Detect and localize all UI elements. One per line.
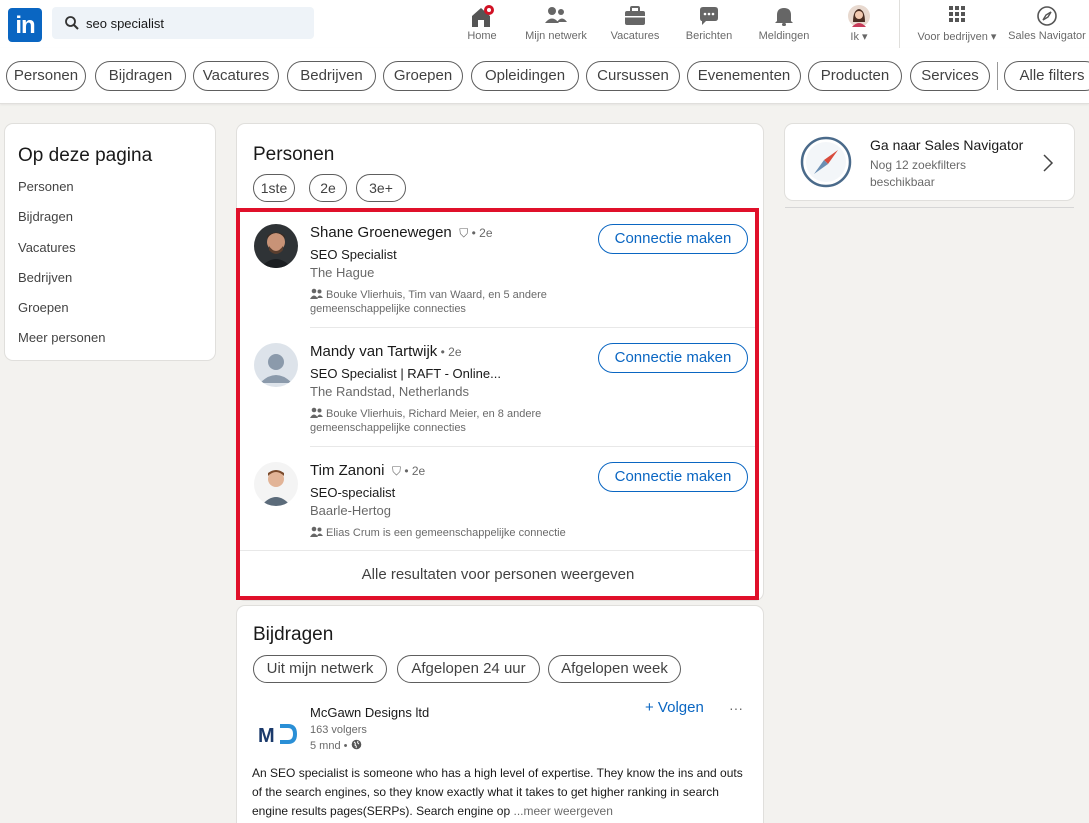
filter-services[interactable]: Services — [910, 61, 990, 91]
filter-producten[interactable]: Producten — [808, 61, 902, 91]
more-options-icon[interactable]: ··· — [729, 700, 743, 716]
filter-groepen[interactable]: Groepen — [383, 61, 463, 91]
chip-afgelopen-week[interactable]: Afgelopen week — [548, 655, 681, 683]
chevron-down-icon: ▾ — [990, 31, 997, 43]
post-author[interactable]: McGawn Designs ltd — [310, 705, 429, 720]
search-input[interactable] — [86, 7, 306, 39]
chip-2e[interactable]: 2e — [309, 174, 347, 202]
nav-business[interactable]: Voor bedrijven ▾ — [906, 2, 1008, 46]
post-text: An SEO specialist is someone who has a h… — [252, 766, 743, 818]
search-box[interactable] — [52, 7, 314, 39]
nav-me-label: Ik — [850, 31, 859, 43]
page-link-bijdragen[interactable]: Bijdragen — [18, 209, 73, 224]
filter-all[interactable]: Alle filters — [1004, 61, 1089, 91]
filter-opleidingen[interactable]: Opleidingen — [471, 61, 579, 91]
top-navigation: in Home Mijn netwerk Vacatures Berichten… — [0, 0, 1089, 48]
home-icon — [472, 5, 494, 27]
nav-notifications[interactable]: Meldingen — [752, 2, 816, 46]
nav-jobs-label: Vacatures — [610, 30, 660, 42]
nav-home[interactable]: Home — [457, 2, 507, 46]
sales-navigator-subtitle: Nog 12 zoekfilters beschikbaar — [870, 158, 967, 189]
nav-notifications-label: Meldingen — [758, 30, 810, 42]
see-more-link[interactable]: ...meer weergeven — [514, 804, 613, 818]
nav-jobs[interactable]: Vacatures — [603, 2, 667, 46]
compass-icon — [800, 136, 852, 188]
chevron-right-icon — [1043, 154, 1054, 172]
svg-text:M: M — [258, 725, 275, 747]
follow-button[interactable]: + Volgen — [645, 699, 704, 716]
page-link-personen[interactable]: Personen — [18, 179, 74, 194]
avatar — [848, 5, 870, 27]
nav-business-label: Voor bedrijven — [917, 31, 988, 43]
nav-sales-label: Sales Navigator — [1008, 30, 1086, 42]
highlight-box — [236, 208, 759, 600]
briefcase-icon — [625, 6, 645, 25]
message-icon — [700, 7, 718, 25]
nav-messages[interactable]: Berichten — [680, 2, 738, 46]
chevron-down-icon: ▾ — [862, 31, 868, 43]
page-link-vacatures[interactable]: Vacatures — [18, 240, 76, 255]
filter-vacatures[interactable]: Vacatures — [193, 61, 279, 91]
post-time: 5 mnd • — [310, 740, 348, 752]
nav-network-label: Mijn netwerk — [525, 30, 587, 42]
nav-me[interactable]: Ik ▾ — [835, 2, 883, 46]
bell-icon — [775, 8, 793, 26]
sales-navigator-card[interactable]: Ga naar Sales Navigator Nog 12 zoekfilte… — [785, 124, 1074, 200]
filter-bijdragen[interactable]: Bijdragen — [95, 61, 186, 91]
sales-navigator-title: Ga naar Sales Navigator — [870, 137, 1024, 153]
linkedin-logo[interactable]: in — [8, 8, 42, 42]
chip-uit-mijn-netwerk[interactable]: Uit mijn netwerk — [253, 655, 387, 683]
chip-3e-plus[interactable]: 3e+ — [356, 174, 406, 202]
page-link-bedrijven[interactable]: Bedrijven — [18, 270, 72, 285]
divider — [785, 207, 1074, 208]
filter-personen[interactable]: Personen — [6, 61, 86, 91]
nav-divider — [899, 0, 900, 48]
chip-afgelopen-24-uur[interactable]: Afgelopen 24 uur — [397, 655, 540, 683]
grid-icon — [949, 6, 965, 22]
post-followers: 163 volgers — [310, 724, 367, 736]
network-icon — [545, 7, 567, 23]
nav-messages-label: Berichten — [685, 30, 733, 42]
on-this-page-title: Op deze pagina — [18, 145, 153, 166]
nav-network[interactable]: Mijn netwerk — [520, 2, 592, 46]
nav-sales-navigator[interactable]: Sales Navigator — [1007, 2, 1087, 46]
chip-1ste[interactable]: 1ste — [253, 174, 295, 202]
posts-section-title: Bijdragen — [253, 624, 334, 645]
page-link-groepen[interactable]: Groepen — [18, 300, 69, 315]
search-icon — [65, 16, 79, 30]
on-this-page-card: Op deze pagina Personen Bijdragen Vacatu… — [5, 124, 215, 360]
filter-cursussen[interactable]: Cursussen — [586, 61, 680, 91]
filter-evenementen[interactable]: Evenementen — [687, 61, 801, 91]
page-link-meer-personen[interactable]: Meer personen — [18, 330, 105, 345]
filter-bedrijven[interactable]: Bedrijven — [287, 61, 376, 91]
people-section-title: Personen — [253, 144, 335, 165]
search-filter-bar: Personen Bijdragen Vacatures Bedrijven G… — [0, 48, 1089, 104]
nav-home-label: Home — [467, 30, 497, 42]
filter-divider — [997, 62, 998, 90]
company-logo[interactable]: M — [258, 714, 298, 754]
compass-icon — [1037, 6, 1057, 26]
globe-icon — [351, 739, 361, 750]
